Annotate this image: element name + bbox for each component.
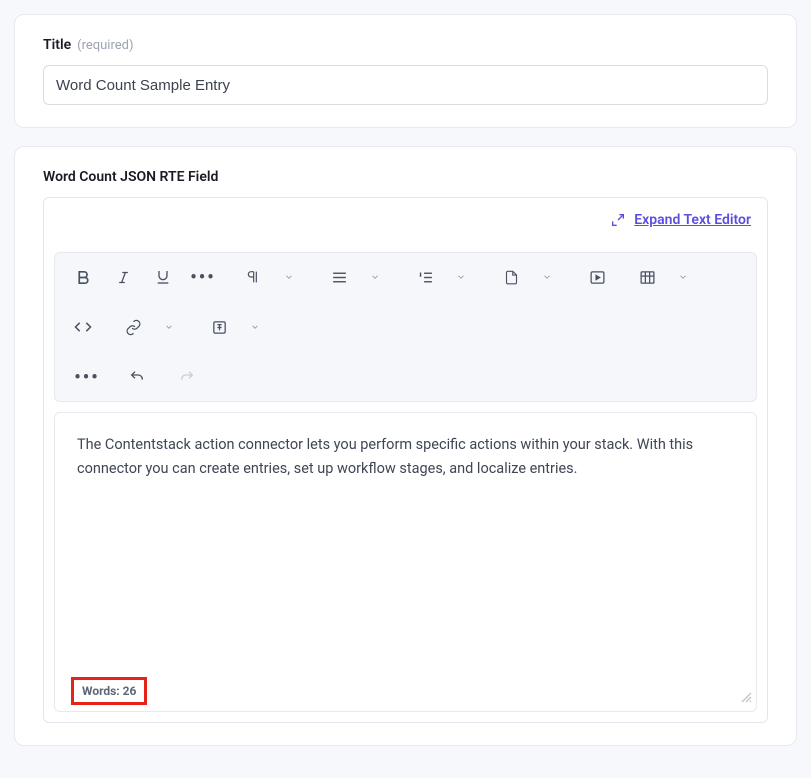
paragraph-style-button[interactable] <box>237 261 269 293</box>
expand-icon <box>610 212 626 228</box>
video-button[interactable] <box>581 261 613 293</box>
underline-button[interactable] <box>147 261 179 293</box>
more-formatting-button[interactable]: ••• <box>187 261 219 293</box>
link-button[interactable] <box>117 311 149 343</box>
expand-text-editor-link[interactable]: Expand Text Editor <box>634 212 751 228</box>
rte-label-text: Word Count JSON RTE Field <box>43 169 218 185</box>
media-group <box>581 261 613 293</box>
title-label-text: Title <box>43 37 71 53</box>
rte-wrapper: Expand Text Editor ••• <box>43 197 768 723</box>
title-card: Title (required) <box>14 14 797 128</box>
bold-button[interactable] <box>67 261 99 293</box>
list-button[interactable] <box>409 261 441 293</box>
paragraph-group <box>237 261 305 293</box>
rte-content[interactable]: The Contentstack action connector lets y… <box>77 433 734 669</box>
italic-button[interactable] <box>107 261 139 293</box>
rte-header: Expand Text Editor <box>44 198 767 242</box>
document-button[interactable] <box>495 261 527 293</box>
extension-button[interactable] <box>203 311 235 343</box>
chevron-down-icon <box>531 261 563 293</box>
chevron-down-icon <box>273 261 305 293</box>
align-button[interactable] <box>323 261 355 293</box>
chevron-down-icon <box>153 311 185 343</box>
rte-editor[interactable]: The Contentstack action connector lets y… <box>54 412 757 712</box>
chevron-down-icon <box>445 261 477 293</box>
table-button[interactable] <box>631 261 663 293</box>
link-group <box>117 311 185 343</box>
chevron-down-icon <box>239 311 271 343</box>
rte-toolbar: ••• <box>54 252 757 402</box>
word-count-badge: Words: 26 <box>71 677 147 705</box>
format-group: ••• <box>67 261 219 293</box>
code-button[interactable] <box>67 311 99 343</box>
title-input[interactable] <box>43 65 768 105</box>
title-label: Title (required) <box>43 37 768 53</box>
rte-card: Word Count JSON RTE Field Expand Text Ed… <box>14 146 797 746</box>
align-group <box>323 261 391 293</box>
toolbar-row-2: ••• <box>67 361 744 393</box>
table-group <box>631 261 699 293</box>
list-group <box>409 261 477 293</box>
chevron-down-icon <box>667 261 699 293</box>
chevron-down-icon <box>359 261 391 293</box>
undo-button[interactable] <box>121 361 153 393</box>
more-options-button[interactable]: ••• <box>71 361 103 393</box>
title-hint: (required) <box>77 38 133 53</box>
extension-group <box>203 311 271 343</box>
redo-button[interactable] <box>171 361 203 393</box>
code-group <box>67 311 99 343</box>
document-group <box>495 261 563 293</box>
rte-label: Word Count JSON RTE Field <box>43 169 768 185</box>
